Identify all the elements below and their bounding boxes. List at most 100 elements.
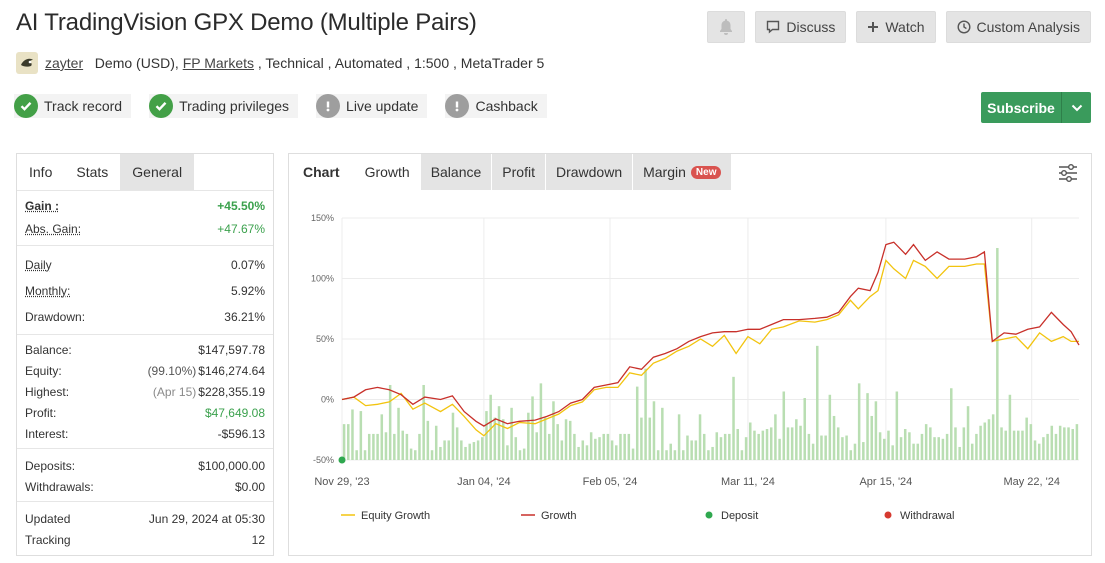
- chat-icon: [766, 20, 780, 34]
- trade-bar: [1046, 433, 1049, 460]
- growth-chart[interactable]: 150% 100% 50% 0% -50% Nov 29, '23 Jan 04, '24 F…: [289, 191, 1091, 555]
- author-link[interactable]: zayter: [45, 55, 83, 71]
- trade-bar: [845, 435, 848, 460]
- chart-markers: [338, 456, 346, 464]
- tab-drawdown[interactable]: Drawdown: [545, 154, 633, 190]
- stat-label: Drawdown:: [25, 310, 86, 324]
- trade-bar: [983, 422, 987, 460]
- discuss-button[interactable]: Discuss: [755, 11, 847, 43]
- trade-bar: [531, 396, 534, 460]
- legend-withdrawal-label: Withdrawal: [900, 510, 954, 522]
- trade-bar: [581, 440, 585, 460]
- stat-drawdown: Drawdown: 36.21%: [25, 304, 265, 330]
- trade-bar: [757, 433, 760, 460]
- trade-bar: [816, 345, 819, 460]
- tab-chart[interactable]: Chart: [289, 154, 354, 190]
- highest-date: (Apr 15): [152, 384, 197, 399]
- badge-cashback[interactable]: Cashback: [445, 94, 547, 118]
- trade-bar: [732, 376, 735, 460]
- legend-growth-label: Growth: [541, 510, 576, 522]
- trade-bar: [414, 450, 417, 460]
- notify-button[interactable]: [707, 11, 746, 43]
- stat-value: 12: [251, 532, 265, 547]
- watch-button[interactable]: Watch: [856, 11, 936, 43]
- trade-bar: [455, 427, 459, 460]
- tab-balance[interactable]: Balance: [420, 154, 492, 190]
- top-actions: Discuss Watch Custom Analysis: [707, 11, 1091, 43]
- tab-growth[interactable]: Growth: [354, 154, 420, 190]
- tab-general[interactable]: General: [120, 154, 195, 190]
- x-tick-label: Nov 29, '23: [314, 476, 369, 488]
- stat-label[interactable]: Abs. Gain:: [25, 222, 81, 236]
- y-tick-label: 0%: [321, 395, 334, 405]
- custom-analysis-button[interactable]: Custom Analysis: [945, 11, 1091, 43]
- badge-track-record[interactable]: Track record: [14, 94, 132, 118]
- badge-label: Trading privileges: [179, 98, 290, 114]
- account-type: Demo (USD),: [83, 55, 183, 71]
- trade-bar: [656, 450, 660, 460]
- chart-legend: Equity Growth Growth Deposit Withdrawal: [341, 510, 954, 522]
- chevron-down-icon[interactable]: [1062, 92, 1091, 123]
- y-tick-label: 50%: [316, 334, 334, 344]
- trade-bar: [481, 437, 484, 460]
- trade-bar: [991, 414, 995, 460]
- trade-bar: [1029, 424, 1033, 460]
- stat-equity: Equity: (99.10%) $146,274.64: [25, 360, 265, 381]
- y-tick-label: 150%: [311, 213, 334, 223]
- trade-bar: [635, 386, 639, 460]
- trade-bar: [347, 424, 350, 460]
- page-title: AI TradingVision GPX Demo (Multiple Pair…: [16, 9, 477, 36]
- tab-stats[interactable]: Stats: [64, 154, 121, 190]
- trade-bar: [640, 417, 643, 460]
- badge-live-update[interactable]: Live update: [316, 94, 428, 118]
- trade-bar: [820, 435, 823, 460]
- stat-balance: Balance: $147,597.78: [25, 339, 265, 360]
- y-tick-label: -50%: [313, 455, 334, 465]
- trade-bar: [698, 414, 702, 460]
- stat-label[interactable]: Gain :: [25, 199, 59, 213]
- chart-tabs: Chart Growth Balance Profit Drawdown Mar…: [289, 154, 1091, 190]
- trade-bar: [464, 446, 467, 460]
- trade-bar: [602, 433, 605, 460]
- plus-icon: [867, 21, 879, 33]
- subscribe-label[interactable]: Subscribe: [981, 92, 1062, 123]
- stat-label: Deposits:: [25, 458, 76, 473]
- trade-bar: [535, 432, 538, 460]
- trade-bar: [694, 440, 698, 460]
- trade-bar: [866, 393, 869, 460]
- trade-bar: [363, 450, 367, 460]
- trade-bar: [355, 450, 358, 460]
- trade-bar: [799, 425, 802, 460]
- trade-bar: [736, 429, 739, 460]
- trade-bar: [836, 427, 840, 460]
- trade-bar: [929, 427, 932, 460]
- badge-trading-privileges[interactable]: Trading privileges: [149, 94, 299, 118]
- trade-bar: [384, 432, 388, 460]
- subscribe-button[interactable]: Subscribe: [981, 92, 1091, 123]
- trade-bar: [954, 427, 957, 460]
- trade-bar: [941, 438, 945, 460]
- trade-bar: [933, 437, 936, 460]
- trade-bar: [506, 445, 509, 460]
- tab-margin[interactable]: Margin New: [633, 154, 732, 190]
- trade-bar: [711, 446, 714, 460]
- trade-bar: [522, 448, 526, 460]
- stat-label[interactable]: Monthly:: [25, 284, 70, 298]
- discuss-label: Discuss: [786, 19, 836, 35]
- tab-info[interactable]: Info: [17, 154, 65, 190]
- stat-label[interactable]: Daily: [25, 258, 52, 272]
- check-icon: [149, 94, 174, 118]
- avatar[interactable]: [16, 52, 38, 74]
- trade-bar: [702, 433, 706, 460]
- chart-settings-icon[interactable]: [1057, 162, 1079, 184]
- broker-link[interactable]: FP Markets: [183, 55, 254, 71]
- legend-equity-growth-label: Equity Growth: [361, 510, 430, 522]
- trade-bar: [426, 420, 430, 460]
- trade-bar: [878, 432, 882, 460]
- trade-bar: [623, 433, 626, 460]
- stat-value: $100,000.00: [198, 458, 265, 473]
- trade-bar: [388, 384, 392, 460]
- stat-label: Updated: [25, 511, 71, 526]
- trade-bar: [807, 433, 811, 460]
- tab-profit[interactable]: Profit: [492, 154, 545, 190]
